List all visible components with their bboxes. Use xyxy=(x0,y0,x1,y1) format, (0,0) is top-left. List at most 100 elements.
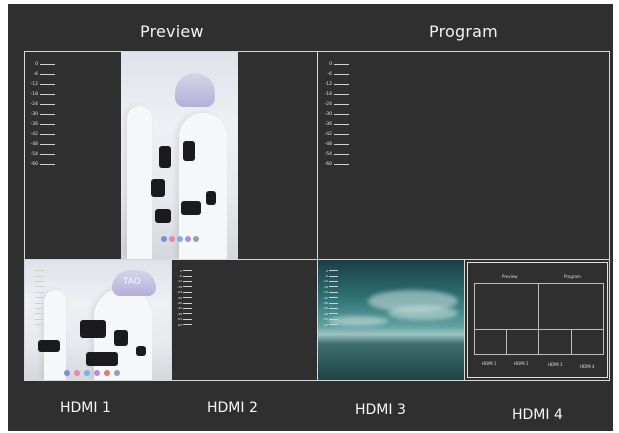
meter-level-label: -24 xyxy=(324,101,332,107)
mini-hdmi1: HDMI 1 xyxy=(482,361,497,366)
meter-level-label: -60 xyxy=(177,322,182,327)
meter-tick xyxy=(40,63,55,65)
meter-tick xyxy=(329,313,338,315)
meter-level-label: -36 xyxy=(323,301,328,306)
meter-tick xyxy=(334,63,349,65)
meter-level-label: -42 xyxy=(323,306,328,311)
mini-preview-title: Preview xyxy=(502,274,518,279)
meter-tick xyxy=(183,324,192,326)
mini-hdmi3: HDMI 3 xyxy=(548,362,563,367)
meter-level-label: -18 xyxy=(323,284,328,289)
meter-tick xyxy=(329,324,338,326)
mini-program-title: Program xyxy=(564,274,581,279)
meter-level-label: -60 xyxy=(30,161,38,167)
meter-row: -48 xyxy=(24,139,55,149)
meter-tick xyxy=(334,93,349,95)
meter-tick xyxy=(334,153,349,155)
meter-tick xyxy=(329,275,338,277)
meter-row: -60 xyxy=(174,322,192,327)
meter-level-label: -48 xyxy=(324,141,332,147)
meter-row: -42 xyxy=(24,129,55,139)
meter-level-label: -36 xyxy=(324,121,332,127)
meter-level-label: -54 xyxy=(177,317,182,322)
meter-tick xyxy=(183,307,192,309)
meter-level-label: -48 xyxy=(30,141,38,147)
meter-row: -30 xyxy=(318,109,349,119)
meter-level-label: -60 xyxy=(29,322,34,327)
meter-tick xyxy=(329,280,338,282)
meter-level-label: -42 xyxy=(30,131,38,137)
meter-row: -54 xyxy=(24,149,55,159)
meter-row: -60 xyxy=(320,322,338,327)
meter-level-label: -24 xyxy=(177,290,182,295)
meter-tick xyxy=(183,275,192,277)
meter-level-label: -36 xyxy=(30,121,38,127)
meter-tick xyxy=(329,302,338,304)
meter-row: -6 xyxy=(24,69,55,79)
meter-level-label: -30 xyxy=(177,295,182,300)
meter-tick xyxy=(183,318,192,320)
meter-level-label: 0 xyxy=(180,268,182,273)
meter-level-label: -6 xyxy=(325,274,328,279)
preview-title: Preview xyxy=(140,22,204,41)
hdmi2-label: HDMI 2 xyxy=(207,400,258,416)
meter-level-label: -30 xyxy=(324,111,332,117)
hdmi1-pane[interactable]: TAO 0 -6 -12 -18 -24 -30 -36 -42 -48 -54… xyxy=(24,260,171,380)
preview-audio-meter: 0 -6 -12 -18 -24 -30 -36 -42 -48 -54 -60 xyxy=(24,59,55,169)
meter-tick xyxy=(329,291,338,293)
hdmi1-product-image: TAO xyxy=(24,260,171,380)
meter-level-label: -6 xyxy=(179,274,182,279)
meter-tick xyxy=(183,286,192,288)
hdmi2-pane[interactable]: 0 -6 -12 -18 -24 -30 -36 -42 -48 -54 -60 xyxy=(172,260,317,380)
meter-row: -24 xyxy=(318,99,349,109)
meter-row: -60 xyxy=(318,159,349,169)
meter-level-label: -18 xyxy=(177,284,182,289)
meter-level-label: -36 xyxy=(177,301,182,306)
meter-row: -54 xyxy=(318,149,349,159)
meter-level-label: -60 xyxy=(324,161,332,167)
meter-tick xyxy=(35,286,44,288)
meter-level-label: -48 xyxy=(177,311,182,316)
hdmi4-pane[interactable]: Preview Program HDMI 1 HDMI 2 HDMI 3 HDM… xyxy=(465,260,610,380)
hdmi3-audio-meter: 0 -6 -12 -18 -24 -30 -36 -42 -48 -54 -60 xyxy=(320,268,338,327)
meter-level-label: 0 xyxy=(35,61,38,67)
meter-row: -24 xyxy=(24,99,55,109)
meter-tick xyxy=(35,313,44,315)
meter-level-label: -60 xyxy=(323,322,328,327)
hdmi1-audio-meter: 0 -6 -12 -18 -24 -30 -36 -42 -48 -54 -60 xyxy=(26,268,44,327)
meter-tick xyxy=(35,275,44,277)
multiview-screen: Preview Program 0 -6 -12 -18 -24 -30 -36… xyxy=(8,4,613,431)
meter-level-label: 0 xyxy=(326,268,328,273)
meter-tick xyxy=(40,163,55,165)
meter-level-label: -54 xyxy=(30,151,38,157)
meter-level-label: -48 xyxy=(323,311,328,316)
tao-logo: TAO xyxy=(123,277,141,287)
meter-row: -6 xyxy=(318,69,349,79)
meter-tick xyxy=(35,302,44,304)
meter-tick xyxy=(334,83,349,85)
meter-tick xyxy=(183,313,192,315)
meter-tick xyxy=(334,73,349,75)
meter-tick xyxy=(334,103,349,105)
meter-row: -36 xyxy=(24,119,55,129)
meter-tick xyxy=(334,143,349,145)
meter-level-label: -18 xyxy=(29,284,34,289)
preview-pane[interactable]: 0 -6 -12 -18 -24 -30 -36 -42 -48 -54 -60 xyxy=(24,51,317,259)
meter-level-label: -30 xyxy=(29,295,34,300)
hdmi3-pane[interactable]: 0 -6 -12 -18 -24 -30 -36 -42 -48 -54 -60 xyxy=(318,260,464,380)
hdmi4-label: HDMI 4 xyxy=(512,407,563,423)
meter-level-label: -42 xyxy=(177,306,182,311)
meter-tick xyxy=(40,103,55,105)
meter-tick xyxy=(40,113,55,115)
mini-hdmi2: HDMI 2 xyxy=(514,361,529,366)
program-title: Program xyxy=(429,22,498,41)
program-pane[interactable]: 0 -6 -12 -18 -24 -30 -36 -42 -48 -54 -60 xyxy=(318,51,610,259)
meter-tick xyxy=(40,93,55,95)
meter-row: -60 xyxy=(24,159,55,169)
meter-tick xyxy=(334,113,349,115)
meter-row: -18 xyxy=(318,89,349,99)
program-audio-meter: 0 -6 -12 -18 -24 -30 -36 -42 -48 -54 -60 xyxy=(318,59,349,169)
meter-level-label: -12 xyxy=(323,279,328,284)
meter-row: -48 xyxy=(318,139,349,149)
meter-level-label: 0 xyxy=(329,61,332,67)
